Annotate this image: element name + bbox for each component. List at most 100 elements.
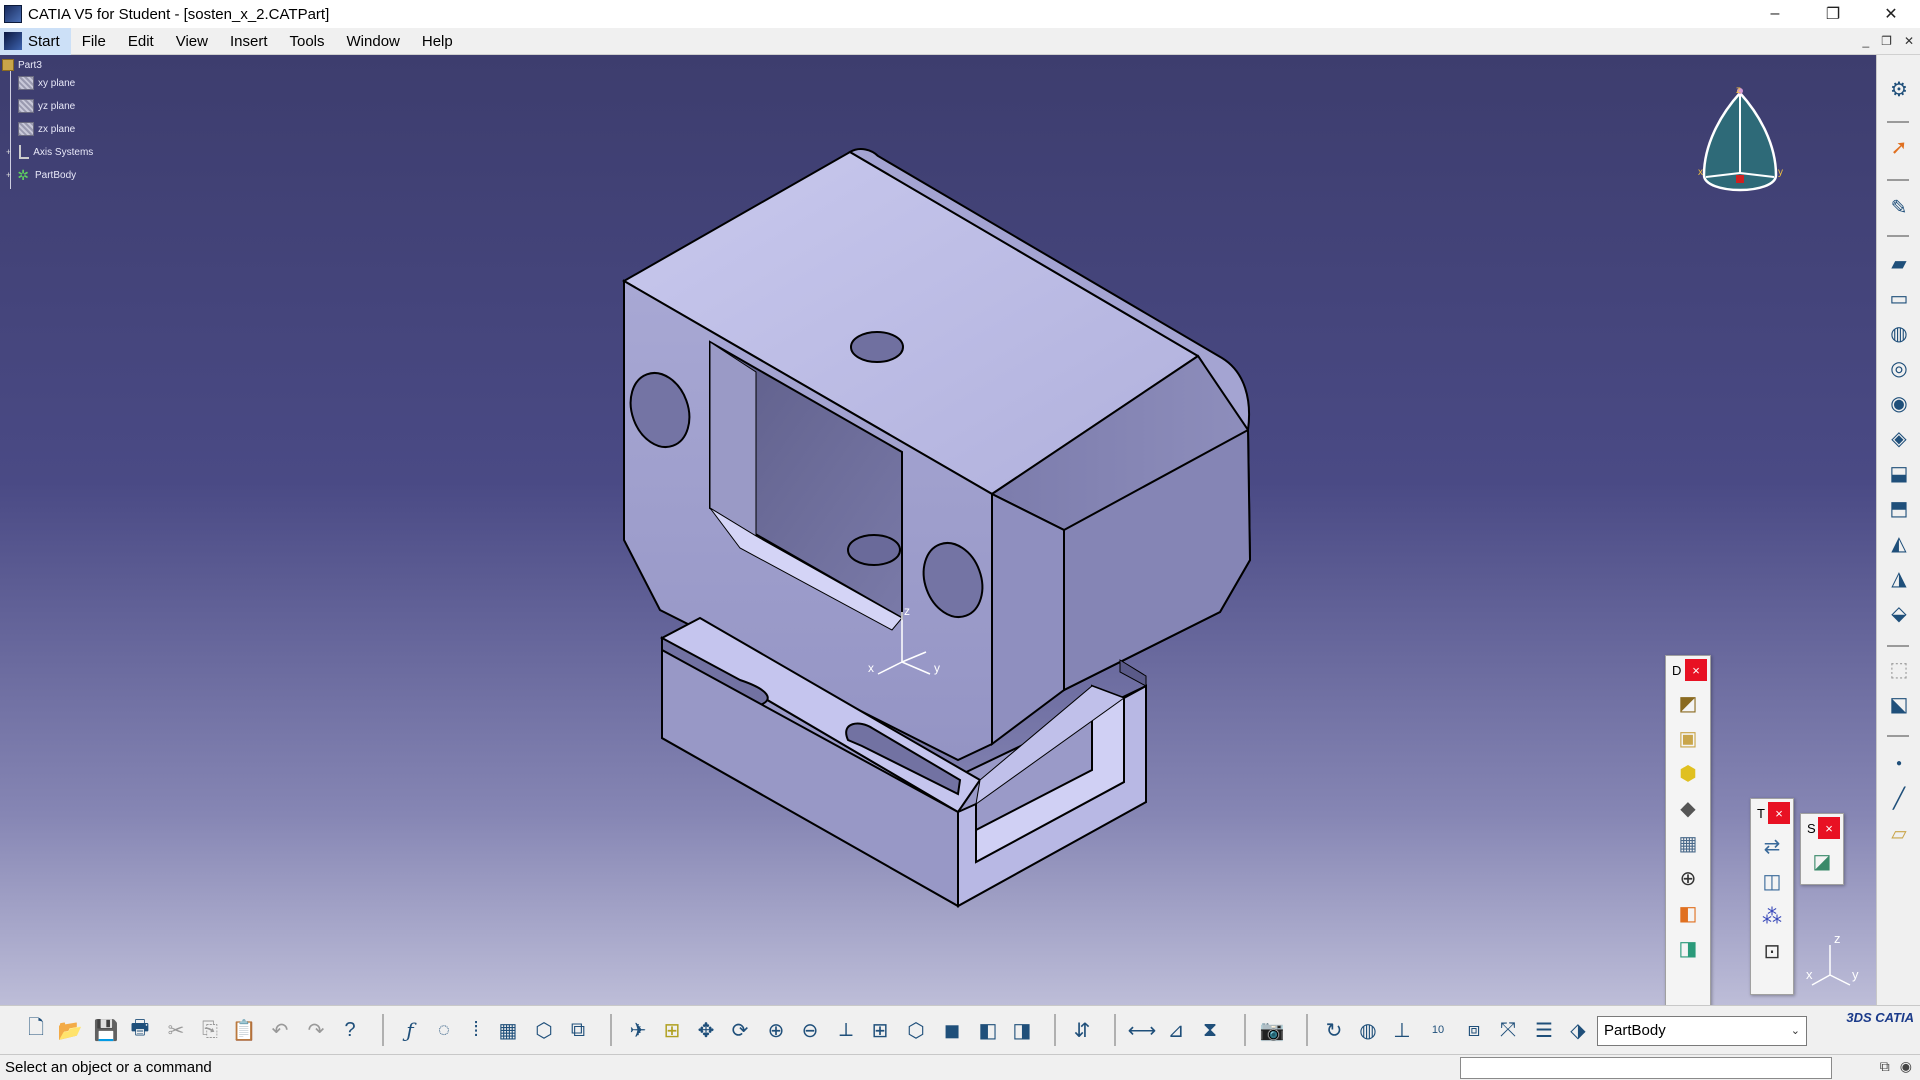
menu-edit[interactable]: Edit xyxy=(117,28,165,55)
rotate-icon[interactable]: ⟳ xyxy=(726,1016,754,1044)
pattern-icon[interactable]: ⁂ xyxy=(1756,900,1788,932)
fit-all-icon[interactable]: ⊞ xyxy=(658,1016,686,1044)
minimize-button[interactable]: – xyxy=(1746,0,1804,28)
floating-toolbar-t[interactable]: T × ⇄ ◫ ⁂ ⊡ xyxy=(1750,798,1794,995)
floating-toolbar-header[interactable]: D × xyxy=(1666,656,1710,684)
knowledge-advisor-icon[interactable]: ◌ xyxy=(430,1016,458,1044)
formula-icon[interactable]: ƒ xyxy=(396,1016,424,1044)
fly-mode-icon[interactable]: ✈ xyxy=(624,1016,652,1044)
menu-window[interactable]: Window xyxy=(336,28,411,55)
tree-item-partbody[interactable]: + ✲ PartBody xyxy=(6,167,76,183)
capture-camera-icon[interactable]: 📷 xyxy=(1258,1016,1286,1044)
layer-icon[interactable]: ⧈ xyxy=(1460,1016,1488,1044)
body-selector-dropdown[interactable]: PartBody ⌄ xyxy=(1597,1016,1807,1046)
transform-icon[interactable]: ⇄ xyxy=(1756,830,1788,862)
floating-toolbar-header[interactable]: S × xyxy=(1801,814,1843,842)
expand-icon[interactable]: + xyxy=(6,170,11,180)
line-icon[interactable]: ╱ xyxy=(1885,784,1913,812)
power-copy-icon[interactable]: ⧉ xyxy=(564,1016,592,1044)
globe-icon[interactable]: ◍ xyxy=(1354,1016,1382,1044)
shading-icon[interactable]: ◼ xyxy=(938,1016,966,1044)
close-icon[interactable]: × xyxy=(1768,802,1790,824)
scale-icon[interactable]: ⊡ xyxy=(1756,935,1788,967)
whats-this-icon[interactable]: ? xyxy=(336,1016,364,1044)
box-icon[interactable]: ▣ xyxy=(1672,722,1704,754)
list-icon[interactable]: ☰ xyxy=(1530,1016,1558,1044)
tree-item-axis-systems[interactable]: + Axis Systems xyxy=(6,144,93,160)
redo-icon[interactable]: ↷ xyxy=(302,1016,330,1044)
doc-close-button[interactable]: ✕ xyxy=(1904,28,1914,55)
draft-icon[interactable]: ⬕ xyxy=(1885,690,1913,718)
menu-tools[interactable]: Tools xyxy=(278,28,335,55)
pocket-icon[interactable]: ▭ xyxy=(1885,284,1913,312)
settings-gear-icon[interactable]: ⚙ xyxy=(1885,75,1913,103)
floating-toolbar-header[interactable]: T × xyxy=(1751,799,1793,827)
hide-show-icon[interactable]: ◧ xyxy=(974,1016,1002,1044)
3d-viewport[interactable]: z x y Part3 xy plane yz plane zx plane +… xyxy=(0,55,1876,1005)
cut-icon[interactable]: ✂ xyxy=(162,1016,190,1044)
zoom-out-icon[interactable]: ⊖ xyxy=(796,1016,824,1044)
update-icon[interactable]: ⇵ xyxy=(1068,1016,1096,1044)
parameter-icon[interactable]: ⁞ xyxy=(462,1016,490,1044)
new-file-icon[interactable]: 🗋 xyxy=(22,1016,50,1044)
floating-toolbar-s[interactable]: S × ◪ xyxy=(1800,813,1844,885)
grid-cube-icon[interactable]: ▦ xyxy=(1672,827,1704,859)
axis-system-tool-icon[interactable]: ⊥ xyxy=(1388,1016,1416,1044)
split-icon[interactable]: ⤧ xyxy=(1494,1016,1522,1044)
save-icon[interactable]: 💾 xyxy=(92,1016,120,1044)
undo-icon[interactable]: ↶ xyxy=(266,1016,294,1044)
zoom-in-icon[interactable]: ⊕ xyxy=(762,1016,790,1044)
cube-plane-icon[interactable]: ◩ xyxy=(1672,687,1704,719)
doc-minimize-button[interactable]: _ xyxy=(1862,28,1869,55)
green-box-icon[interactable]: ◨ xyxy=(1672,932,1704,964)
multi-section-icon[interactable]: ⬙ xyxy=(1885,599,1913,627)
restore-button[interactable]: ❐ xyxy=(1804,0,1862,28)
measure-between-icon[interactable]: ⟷ xyxy=(1128,1016,1157,1044)
hole-icon[interactable]: ◉ xyxy=(1885,389,1913,417)
paste-icon[interactable]: 📋 xyxy=(230,1016,258,1044)
pad-icon[interactable]: ▰ xyxy=(1885,249,1913,277)
compass-widget[interactable] xyxy=(1690,85,1790,215)
point-icon[interactable]: ● xyxy=(1885,749,1913,777)
measure-inertia-icon[interactable]: ⧗ xyxy=(1196,1016,1224,1044)
tree-item-yz-plane[interactable]: yz plane xyxy=(18,98,75,114)
tree-item-zx-plane[interactable]: zx plane xyxy=(18,121,75,137)
remove-loft-icon[interactable]: ◮ xyxy=(1885,564,1913,592)
swap-space-icon[interactable]: ◨ xyxy=(1008,1016,1036,1044)
loft-icon[interactable]: ◭ xyxy=(1885,529,1913,557)
prism-icon[interactable]: ◆ xyxy=(1672,792,1704,824)
copy-icon[interactable]: ⎘ xyxy=(196,1016,224,1044)
menu-view[interactable]: View xyxy=(165,28,219,55)
properties-icon[interactable]: ⬗ xyxy=(1564,1016,1592,1044)
print-icon[interactable]: 🖶 xyxy=(126,1016,154,1044)
close-icon[interactable]: × xyxy=(1685,659,1707,681)
help-icon[interactable]: ◉ xyxy=(1900,1058,1912,1075)
menu-insert[interactable]: Insert xyxy=(219,28,279,55)
normal-view-icon[interactable]: ⟂ xyxy=(832,1016,860,1044)
menu-help[interactable]: Help xyxy=(411,28,464,55)
crosshair-icon[interactable]: ⊕ xyxy=(1672,862,1704,894)
sketcher-icon[interactable]: ✎ xyxy=(1885,193,1913,221)
slot-icon[interactable]: ⬓ xyxy=(1885,459,1913,487)
catalog-icon[interactable]: ⬡ xyxy=(530,1016,558,1044)
units-icon[interactable]: 10 xyxy=(1424,1016,1452,1044)
rib-icon[interactable]: ◈ xyxy=(1885,424,1913,452)
groove-icon[interactable]: ◎ xyxy=(1885,354,1913,382)
iso-view-icon[interactable]: ⬡ xyxy=(902,1016,930,1044)
stiffener-icon[interactable]: ⬒ xyxy=(1885,494,1913,522)
menu-start[interactable]: Start xyxy=(0,27,71,55)
floating-toolbar-d[interactable]: D × ◩ ▣ ⬢ ◆ ▦ ⊕ ◧ ◨ xyxy=(1665,655,1711,1005)
tree-item-xy-plane[interactable]: xy plane xyxy=(18,75,75,91)
close-icon[interactable]: × xyxy=(1818,817,1840,839)
reframe-icon[interactable]: ↻ xyxy=(1320,1016,1348,1044)
close-button[interactable]: ✕ xyxy=(1862,0,1920,28)
mirror-icon[interactable]: ◫ xyxy=(1756,865,1788,897)
fillet-icon[interactable]: ⬚ xyxy=(1885,655,1913,683)
tree-root-part[interactable]: Part3 xyxy=(2,57,42,73)
multi-view-icon[interactable]: ⊞ xyxy=(866,1016,894,1044)
command-input[interactable] xyxy=(1460,1057,1832,1079)
plane-tool-icon[interactable]: ▱ xyxy=(1885,819,1913,847)
menu-file[interactable]: File xyxy=(71,28,117,55)
design-table-icon[interactable]: ▦ xyxy=(494,1016,522,1044)
open-folder-icon[interactable]: 📂 xyxy=(56,1016,84,1044)
